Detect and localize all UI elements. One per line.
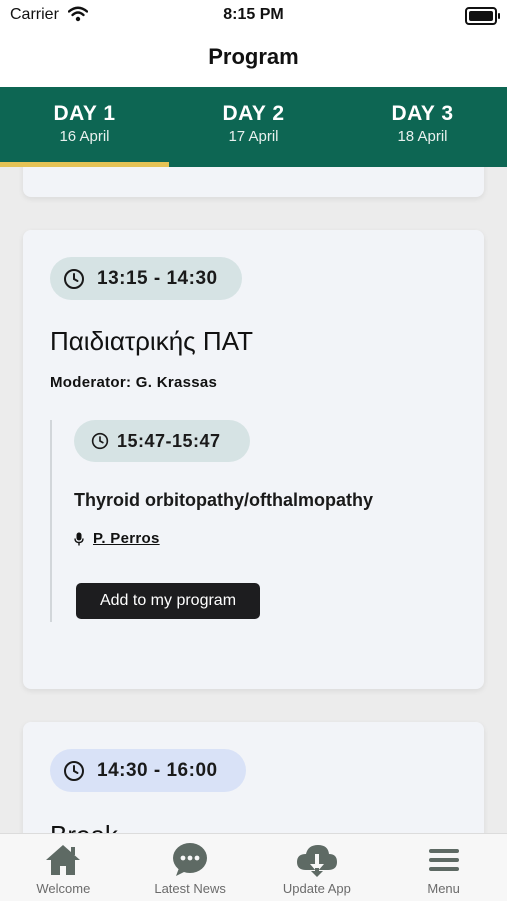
session-time: 13:15 - 14:30 bbox=[97, 267, 218, 289]
microphone-icon bbox=[74, 532, 84, 545]
bottom-tab-label: Update App bbox=[282, 881, 351, 896]
session-time-badge: 13:15 - 14:30 bbox=[50, 257, 242, 300]
tab-day-1[interactable]: DAY 1 16 April bbox=[0, 87, 169, 167]
session-card: 13:15 - 14:30 Παιδιατρικής ΠΑΤ Moderator… bbox=[23, 230, 484, 689]
bottom-tab-latest-news[interactable]: Latest News bbox=[127, 834, 254, 901]
session-card-previous bbox=[23, 167, 484, 197]
tab-date: 17 April bbox=[228, 128, 279, 145]
speaker-name[interactable]: P. Perros bbox=[93, 530, 160, 547]
speaker-link[interactable]: P. Perros bbox=[74, 530, 160, 547]
session-title: Break bbox=[50, 820, 118, 833]
day-tabs: DAY 1 16 April DAY 2 17 April DAY 3 18 A… bbox=[0, 87, 507, 167]
talk-title: Thyroid orbitopathy/ofthalmopathy bbox=[74, 490, 373, 510]
clock: 8:15 PM bbox=[223, 6, 284, 23]
page-title: Program bbox=[208, 44, 299, 69]
tab-label: DAY 1 bbox=[53, 102, 116, 125]
session-time: 14:30 - 16:00 bbox=[97, 759, 218, 781]
talk-time: 15:47-15:47 bbox=[117, 430, 221, 451]
bottom-tab-bar: Welcome Latest News Update App Menu bbox=[0, 833, 507, 901]
tab-date: 18 April bbox=[397, 128, 448, 145]
cloud-download-icon bbox=[296, 845, 337, 877]
bottom-tab-label: Welcome bbox=[36, 881, 91, 896]
bottom-tab-label: Menu bbox=[427, 881, 460, 896]
chat-bubble-icon bbox=[173, 843, 208, 876]
tab-day-2[interactable]: DAY 2 17 April bbox=[169, 87, 338, 167]
home-icon bbox=[46, 845, 81, 875]
session-time-badge: 14:30 - 16:00 bbox=[50, 749, 246, 792]
bottom-tab-welcome[interactable]: Welcome bbox=[0, 834, 127, 901]
tab-day-3[interactable]: DAY 3 18 April bbox=[338, 87, 507, 167]
tab-label: DAY 2 bbox=[222, 102, 285, 125]
tab-label: DAY 3 bbox=[391, 102, 454, 125]
bottom-tab-menu[interactable]: Menu bbox=[380, 834, 507, 901]
clock-icon bbox=[91, 432, 109, 450]
navigation-bar: Program bbox=[0, 30, 507, 87]
talk-time-badge: 15:47-15:47 bbox=[74, 420, 250, 462]
clock-icon bbox=[64, 760, 84, 781]
tab-date: 16 April bbox=[59, 128, 110, 145]
clock-icon bbox=[64, 268, 84, 289]
session-title: Παιδιατρικής ΠΑΤ bbox=[50, 326, 253, 356]
battery-icon bbox=[465, 7, 500, 25]
bottom-tab-label: Latest News bbox=[154, 881, 226, 896]
session-card-next: 14:30 - 16:00 Break bbox=[23, 722, 484, 833]
talk-item: 15:47-15:47 Thyroid orbitopathy/ofthalmo… bbox=[50, 420, 462, 622]
program-list[interactable]: 13:15 - 14:30 Παιδιατρικής ΠΑΤ Moderator… bbox=[0, 167, 507, 833]
session-moderator: Moderator: G. Krassas bbox=[50, 374, 218, 391]
status-bar: Carrier 8:15 PM bbox=[0, 0, 507, 30]
hamburger-menu-icon bbox=[428, 849, 459, 871]
bottom-tab-update-app[interactable]: Update App bbox=[254, 834, 381, 901]
add-to-program-button[interactable]: Add to my program bbox=[76, 583, 260, 619]
